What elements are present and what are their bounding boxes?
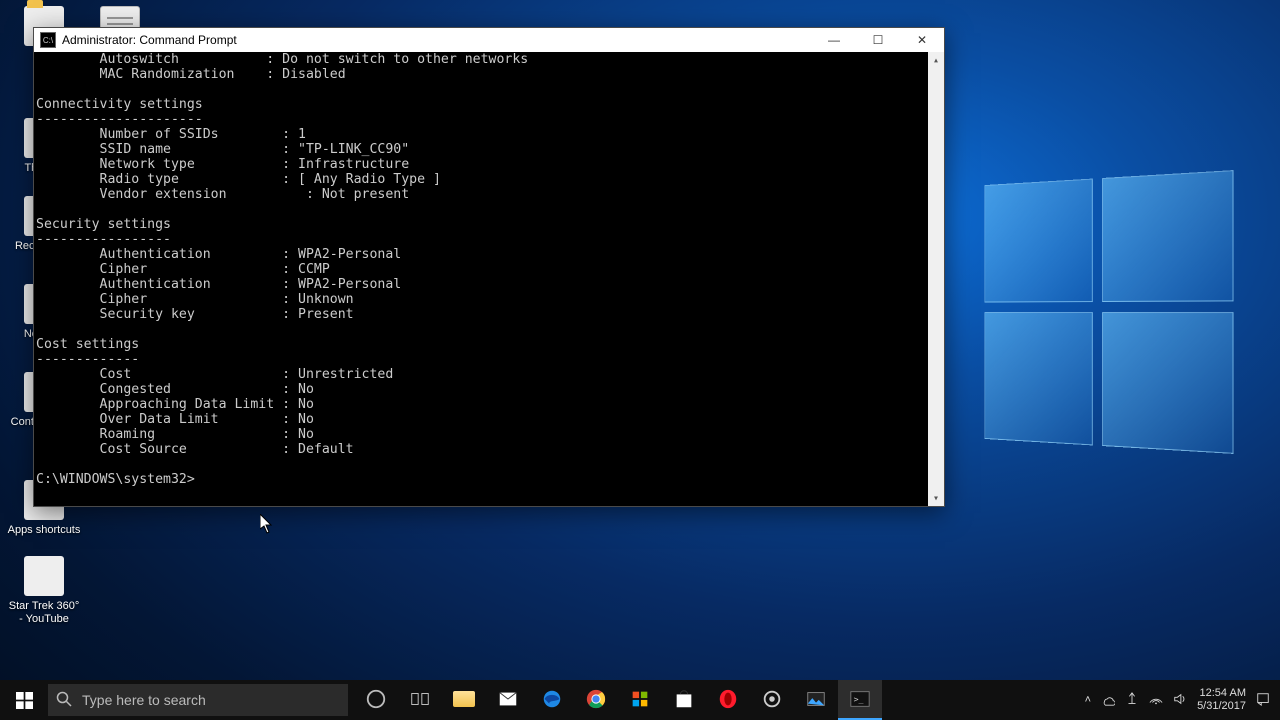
desktop-icon-label: Star Trek 360° - YouTube [6,600,82,626]
clock-time: 12:54 AM [1197,687,1246,700]
window-title: Administrator: Command Prompt [62,33,812,47]
taskbar-file-explorer-icon[interactable] [442,680,486,720]
mouse-cursor-icon [260,514,274,534]
network-tray-icon[interactable] [1149,692,1163,709]
cmd-app-icon: C:\ [40,32,56,48]
tray-chevron-icon[interactable]: ˄ [1085,694,1091,706]
search-placeholder: Type here to search [82,692,206,708]
start-button[interactable] [0,680,48,720]
taskbar-ms-store-icon[interactable] [618,680,662,720]
usb-icon[interactable] [1125,692,1139,709]
clock[interactable]: 12:54 AM 5/31/2017 [1197,687,1246,712]
search-input[interactable]: Type here to search [48,684,348,716]
minimize-button[interactable]: ― [812,28,856,52]
taskbar-cmd-icon[interactable]: >_ [838,680,882,720]
taskbar[interactable]: Type here to search >_ ˄ 12:54 AM 5/31/2… [0,680,1280,720]
desktop-icon-label: Apps shortcuts [6,524,82,537]
titlebar[interactable]: C:\ Administrator: Command Prompt ― ☐ ✕ [34,28,944,52]
cortana-icon[interactable] [354,680,398,720]
maximize-button[interactable]: ☐ [856,28,900,52]
scroll-down-icon[interactable]: ▾ [928,490,944,506]
scrollbar[interactable]: ▴▾ [928,52,944,506]
windows-logo-wallpaper [984,170,1233,454]
taskbar-photo-viewer-icon[interactable] [794,680,838,720]
desktop-icon-star-trek[interactable]: Star Trek 360° - YouTube [6,556,82,626]
taskbar-store-bag-icon[interactable] [662,680,706,720]
cloud-icon[interactable] [1101,692,1115,709]
taskbar-mail-icon[interactable] [486,680,530,720]
taskbar-edge-icon[interactable] [530,680,574,720]
terminal-output[interactable]: Autoswitch : Do not switch to other netw… [34,52,944,506]
notifications-icon[interactable] [1256,692,1270,709]
system-tray[interactable]: ˄ 12:54 AM 5/31/2017 [1075,687,1280,712]
taskbar-settings-icon[interactable] [750,680,794,720]
clock-date: 5/31/2017 [1197,700,1246,713]
taskbar-opera-icon[interactable] [706,680,750,720]
desktop[interactable]: tigerThis PCRecycle BinNetworkControl Pa… [0,0,1280,720]
volume-icon[interactable] [1173,692,1187,709]
taskbar-task-view-icon[interactable] [398,680,442,720]
cmd-window[interactable]: C:\ Administrator: Command Prompt ― ☐ ✕ … [33,27,945,507]
svg-text:>_: >_ [854,694,864,704]
star-trek-icon [24,556,64,596]
close-button[interactable]: ✕ [900,28,944,52]
search-icon [56,691,72,710]
taskbar-chrome-icon[interactable] [574,680,618,720]
scroll-up-icon[interactable]: ▴ [928,52,944,68]
